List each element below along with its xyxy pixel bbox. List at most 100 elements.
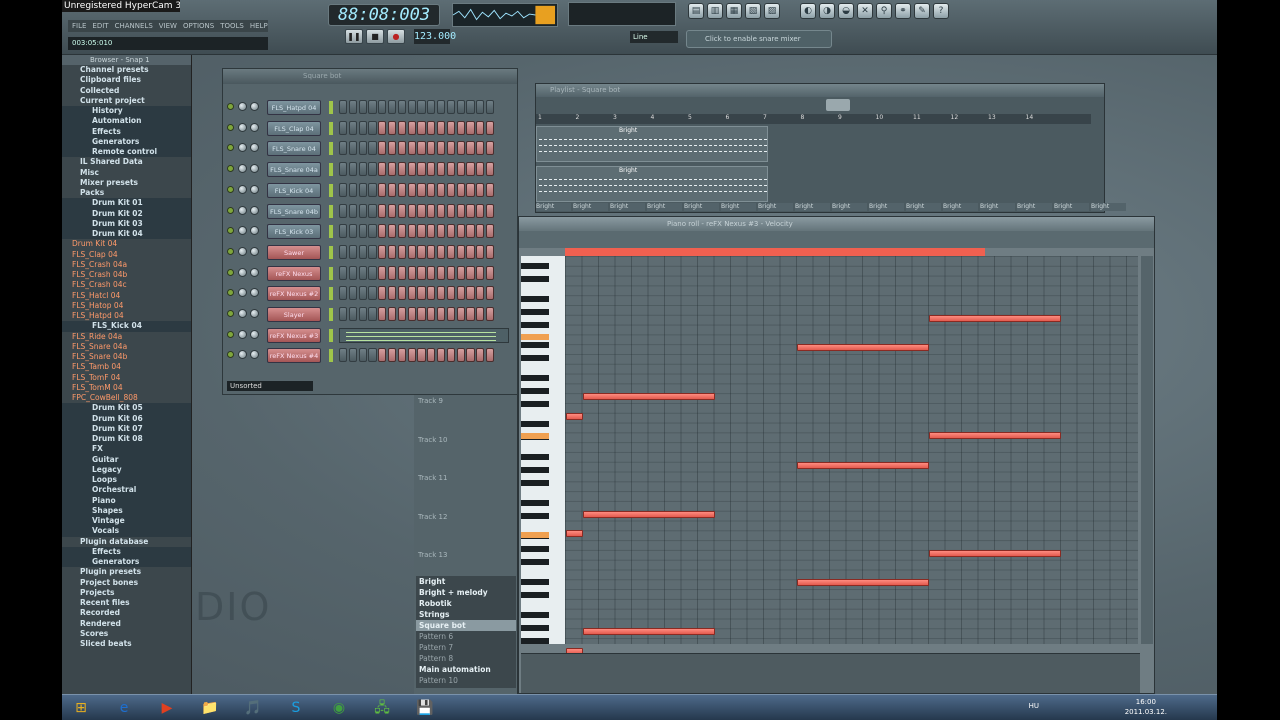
browser-item[interactable]: Vintage: [62, 516, 191, 527]
black-key[interactable]: [521, 420, 549, 427]
piano-roll-loop-marker[interactable]: [565, 248, 985, 256]
step-button[interactable]: [397, 244, 407, 259]
menu-item[interactable]: FILE: [72, 20, 86, 32]
channel-volume-knob[interactable]: [250, 164, 259, 174]
browser-item[interactable]: Drum Kit 01: [62, 198, 191, 209]
bar-number[interactable]: 10: [874, 114, 912, 124]
playlist-ruler[interactable]: 1 2 3 4 5 6 7 8 9 10 11 12 13 14: [536, 114, 1091, 124]
step-button[interactable]: [368, 307, 377, 321]
browser-item[interactable]: FLS_Tamb 04: [62, 362, 191, 372]
pattern-item[interactable]: Robotik: [416, 598, 516, 609]
bar-number[interactable]: 3: [611, 114, 649, 124]
step-button[interactable]: [407, 307, 416, 321]
highlighted-key[interactable]: [521, 433, 549, 439]
channel-pan-knob[interactable]: [238, 226, 247, 236]
browser-item[interactable]: Misc: [62, 168, 191, 178]
step-button[interactable]: [476, 203, 485, 218]
taskbar-app-icon[interactable]: ⊞: [65, 697, 97, 719]
step-button[interactable]: [358, 307, 367, 321]
track-label[interactable]: Track 13: [418, 551, 447, 559]
step-button[interactable]: [485, 203, 495, 218]
step-button[interactable]: [387, 120, 397, 135]
taskbar-app-icon[interactable]: ▶: [151, 697, 183, 719]
note[interactable]: [566, 412, 583, 420]
step-button[interactable]: [397, 307, 407, 321]
plugin-icon[interactable]: ◐: [800, 3, 816, 19]
step-button[interactable]: [339, 120, 348, 135]
channel-name-button[interactable]: FLS_Snare 04b: [267, 203, 321, 219]
channel-name-button[interactable]: FLS_Snare 04: [267, 141, 321, 157]
bar-number[interactable]: 12: [949, 114, 987, 124]
channel-name-button[interactable]: reFX Nexus #2: [267, 286, 321, 302]
step-button[interactable]: [476, 348, 485, 363]
browser-item[interactable]: Generators: [62, 557, 191, 568]
browser-item[interactable]: Packs: [62, 188, 191, 198]
step-button[interactable]: [427, 120, 436, 135]
channel-select[interactable]: [329, 142, 333, 156]
step-button[interactable]: [476, 307, 485, 321]
step-button[interactable]: [387, 203, 397, 218]
bar-number[interactable]: 5: [686, 114, 724, 124]
step-button[interactable]: [446, 224, 456, 239]
step-button[interactable]: [476, 162, 485, 177]
step-button[interactable]: [397, 348, 407, 363]
step-button[interactable]: [407, 162, 416, 177]
step-button[interactable]: [417, 182, 426, 197]
channel-volume-knob[interactable]: [250, 267, 259, 277]
playlist-mini-clip[interactable]: Bright: [980, 203, 1015, 211]
step-button[interactable]: [407, 182, 416, 197]
black-key[interactable]: [521, 308, 549, 315]
step-button[interactable]: [368, 100, 377, 114]
browser-item[interactable]: Drum Kit 08: [62, 434, 191, 445]
channel-name-button[interactable]: FLS_Kick 03: [267, 224, 321, 240]
step-button[interactable]: [387, 182, 397, 197]
system-clock[interactable]: 16:00 2011.03.12.: [1125, 697, 1167, 717]
black-key[interactable]: [521, 624, 549, 631]
bar-number[interactable]: 11: [911, 114, 949, 124]
note[interactable]: [797, 579, 929, 587]
channel-name-button[interactable]: Slayer: [267, 307, 321, 322]
channel-select[interactable]: [329, 204, 333, 218]
step-button[interactable]: [378, 244, 387, 259]
step-button[interactable]: [446, 162, 456, 177]
step-button[interactable]: [476, 100, 485, 114]
step-button[interactable]: [339, 203, 348, 218]
step-button[interactable]: [378, 307, 387, 321]
black-key[interactable]: [521, 354, 549, 361]
step-button[interactable]: [456, 244, 465, 259]
browser-item[interactable]: Plugin database: [62, 537, 191, 547]
channel-select[interactable]: [329, 183, 333, 197]
step-button[interactable]: [407, 100, 416, 114]
playlist-mini-clip[interactable]: Bright: [943, 203, 978, 211]
browser-item[interactable]: FLS_Hatop 04: [62, 301, 191, 311]
step-button[interactable]: [436, 120, 446, 135]
black-key[interactable]: [521, 387, 549, 394]
language-indicator[interactable]: HU: [1029, 702, 1039, 710]
step-button[interactable]: [466, 224, 475, 239]
menu-bar[interactable]: FILE EDIT CHANNELS VIEW OPTIONS TOOLS HELP: [68, 20, 268, 32]
playlist-clip[interactable]: Bright: [536, 126, 768, 162]
playlist-mini-clip[interactable]: Bright: [647, 203, 682, 211]
channel-mute-led[interactable]: [227, 330, 234, 338]
channel-name-button[interactable]: reFX Nexus #3: [267, 327, 321, 343]
taskbar-app-icon[interactable]: 💾: [409, 697, 441, 719]
black-key[interactable]: [521, 295, 549, 302]
step-button[interactable]: [446, 141, 456, 156]
black-key[interactable]: [521, 374, 549, 381]
channel-name-button[interactable]: Sawer: [267, 244, 321, 260]
black-key[interactable]: [521, 322, 549, 328]
step-button[interactable]: [348, 141, 358, 156]
step-button[interactable]: [446, 348, 456, 363]
stop-button[interactable]: ■: [366, 29, 384, 44]
step-button[interactable]: [466, 182, 475, 197]
pattern-item[interactable]: Bright: [416, 576, 516, 587]
mixer-icon[interactable]: ▧: [745, 3, 761, 19]
playlist-mini-clip[interactable]: Bright: [1017, 203, 1052, 211]
channel-pan-knob[interactable]: [238, 164, 247, 174]
step-button[interactable]: [417, 203, 426, 218]
step-button[interactable]: [436, 265, 446, 280]
step-button[interactable]: [407, 244, 416, 259]
channel-mute-led[interactable]: [227, 206, 234, 214]
step-button[interactable]: [348, 224, 358, 239]
track-label[interactable]: Track 10: [418, 436, 447, 444]
